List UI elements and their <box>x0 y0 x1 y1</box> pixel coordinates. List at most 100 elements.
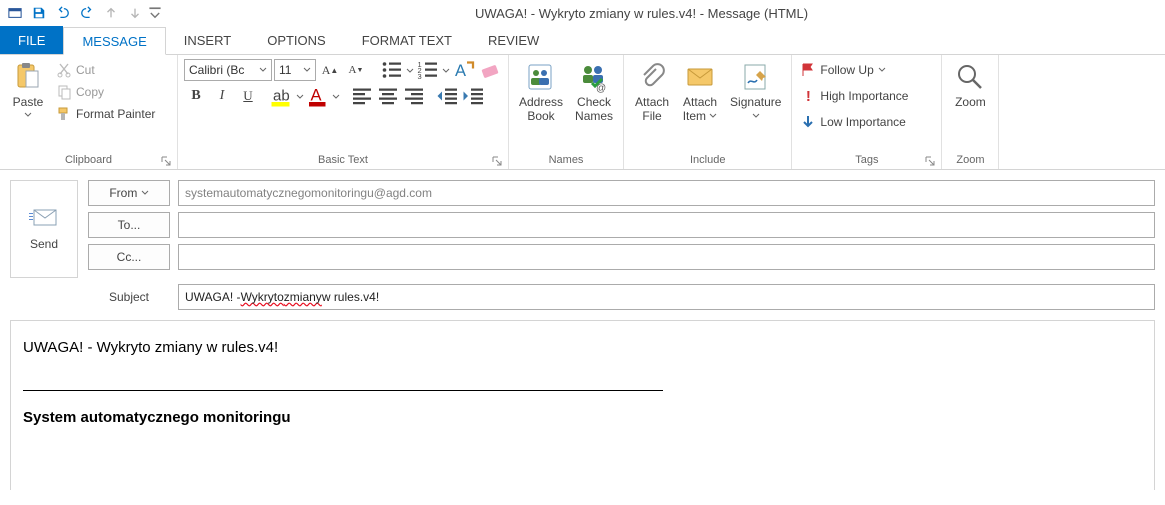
message-body[interactable]: UWAGA! - Wykryto zmiany w rules.v4! Syst… <box>10 320 1155 490</box>
low-importance-button[interactable]: Low Importance <box>798 111 910 133</box>
chevron-down-icon <box>24 111 32 119</box>
paste-icon <box>12 61 44 93</box>
chevron-down-icon[interactable] <box>296 85 304 107</box>
format-painter-icon <box>56 106 72 122</box>
attach-file-button[interactable]: AttachFile <box>630 59 674 126</box>
bullets-button[interactable] <box>380 59 404 81</box>
tab-insert[interactable]: INSERT <box>166 26 249 54</box>
zoom-button[interactable]: Zoom <box>948 59 992 111</box>
cc-field[interactable] <box>178 244 1155 270</box>
group-zoom: Zoom Zoom <box>942 55 999 169</box>
attach-item-icon <box>684 61 716 93</box>
align-center-button[interactable] <box>376 85 400 107</box>
numbering-button[interactable]: 123 <box>416 59 440 81</box>
copy-label: Copy <box>76 85 104 99</box>
chevron-down-icon[interactable] <box>406 59 414 81</box>
increase-indent-button[interactable] <box>462 85 486 107</box>
attach-item-button[interactable]: AttachItem <box>678 59 722 126</box>
save-icon[interactable] <box>28 2 50 24</box>
prev-item-icon[interactable] <box>100 2 122 24</box>
align-right-button[interactable] <box>402 85 426 107</box>
dialog-launcher-icon[interactable] <box>492 156 502 166</box>
shrink-font-button[interactable]: A▼ <box>344 59 368 81</box>
clear-formatting-button[interactable] <box>478 59 502 81</box>
check-names-label-2: Names <box>575 109 613 123</box>
qat-customize-icon[interactable] <box>148 2 162 24</box>
body-line-1: UWAGA! - Wykryto zmiany w rules.v4! <box>23 339 1142 356</box>
cc-button[interactable]: Cc... <box>88 244 170 270</box>
from-button[interactable]: From <box>88 180 170 206</box>
to-button[interactable]: To... <box>88 212 170 238</box>
next-item-icon[interactable] <box>124 2 146 24</box>
tab-review[interactable]: REVIEW <box>470 26 557 54</box>
cut-icon <box>56 62 72 78</box>
high-importance-label: High Importance <box>820 89 908 103</box>
svg-text:ab: ab <box>273 88 290 105</box>
font-size-combo[interactable]: 11 <box>274 59 316 81</box>
window-title: UWAGA! - Wykryto zmiany w rules.v4! - Me… <box>162 6 1161 21</box>
ribbon-tabs: FILE MESSAGE INSERT OPTIONS FORMAT TEXT … <box>0 26 1165 54</box>
check-names-label-1: Check <box>577 95 611 109</box>
compose-header: Send From To... Cc... <box>0 170 1165 278</box>
quick-access-toolbar <box>4 2 162 24</box>
tab-format-text[interactable]: FORMAT TEXT <box>344 26 470 54</box>
undo-icon[interactable] <box>52 2 74 24</box>
bold-button[interactable]: B <box>184 85 208 107</box>
subject-field[interactable]: UWAGA! - Wykryto zmiany w rules.v4! <box>178 284 1155 310</box>
tab-file[interactable]: FILE <box>0 26 63 54</box>
high-importance-button[interactable]: ! High Importance <box>798 85 910 107</box>
high-importance-icon: ! <box>800 88 816 104</box>
styles-pane-button[interactable]: A <box>452 59 476 81</box>
chevron-down-icon[interactable] <box>332 85 340 107</box>
group-basic-text: Calibri (Bc 11 A▲ A▼ 123 A B I U ab A <box>178 55 509 169</box>
dialog-launcher-icon[interactable] <box>161 156 171 166</box>
font-color-button[interactable]: A <box>306 85 330 107</box>
zoom-icon <box>954 61 986 93</box>
highlight-button[interactable]: ab <box>270 85 294 107</box>
group-label-names: Names <box>515 152 617 169</box>
grow-font-button[interactable]: A▲ <box>318 59 342 81</box>
paste-button[interactable]: Paste <box>6 59 50 121</box>
attach-item-label-2: Item <box>683 109 706 123</box>
send-button[interactable]: Send <box>10 180 78 278</box>
attach-item-label-1: Attach <box>683 95 717 109</box>
paperclip-icon <box>636 61 668 93</box>
paste-label: Paste <box>13 95 44 109</box>
send-label: Send <box>30 237 58 251</box>
group-tags: Follow Up ! High Importance Low Importan… <box>792 55 942 169</box>
group-label-basic-text: Basic Text <box>184 152 502 169</box>
tab-options[interactable]: OPTIONS <box>249 26 344 54</box>
group-label-clipboard: Clipboard <box>6 152 171 169</box>
tab-message[interactable]: MESSAGE <box>63 27 165 55</box>
svg-text:3: 3 <box>418 72 422 81</box>
chevron-down-icon[interactable] <box>442 59 450 81</box>
window-icon[interactable] <box>4 2 26 24</box>
format-painter-button[interactable]: Format Painter <box>54 103 157 125</box>
font-name-combo[interactable]: Calibri (Bc <box>184 59 272 81</box>
check-names-icon: @ <box>578 61 610 93</box>
address-book-button[interactable]: AddressBook <box>515 59 567 126</box>
flag-icon <box>800 62 816 78</box>
follow-up-button[interactable]: Follow Up <box>798 59 910 81</box>
italic-button[interactable]: I <box>210 85 234 107</box>
address-book-label-1: Address <box>519 95 563 109</box>
copy-button[interactable]: Copy <box>54 81 157 103</box>
dialog-launcher-icon[interactable] <box>925 156 935 166</box>
align-left-button[interactable] <box>350 85 374 107</box>
check-names-button[interactable]: @ CheckNames <box>571 59 617 126</box>
signature-button[interactable]: Signature <box>726 59 785 126</box>
signature-icon <box>740 61 772 93</box>
from-field[interactable] <box>178 180 1155 206</box>
chevron-down-icon <box>259 66 267 74</box>
follow-up-label: Follow Up <box>820 63 873 77</box>
group-label-zoom: Zoom <box>948 152 992 169</box>
chevron-down-icon <box>709 112 717 120</box>
underline-button[interactable]: U <box>236 85 260 107</box>
redo-icon[interactable] <box>76 2 98 24</box>
low-importance-icon <box>800 114 816 130</box>
group-label-include: Include <box>630 152 785 169</box>
decrease-indent-button[interactable] <box>436 85 460 107</box>
attach-file-label-2: File <box>642 109 661 123</box>
cut-button[interactable]: Cut <box>54 59 157 81</box>
to-field[interactable] <box>178 212 1155 238</box>
